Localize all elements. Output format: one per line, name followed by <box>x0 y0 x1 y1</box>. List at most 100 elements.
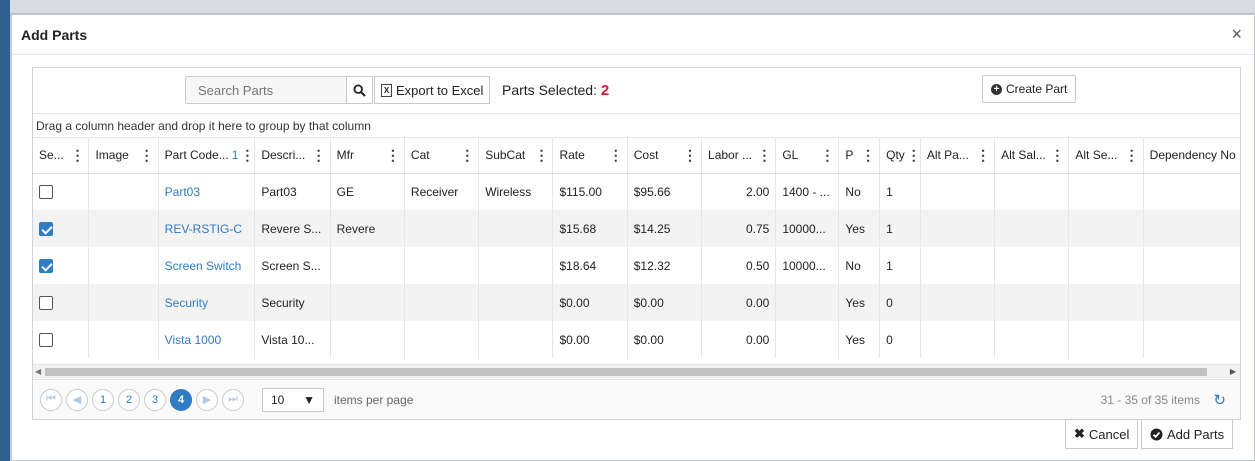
column-menu-icon[interactable]: ⋮ <box>138 147 154 164</box>
row-checkbox[interactable] <box>39 221 53 236</box>
column-menu-icon[interactable]: ⋮ <box>974 147 990 164</box>
horizontal-scrollbar[interactable]: ◀ ▶ <box>33 364 1240 378</box>
row-checkbox[interactable] <box>39 185 53 200</box>
table-row[interactable]: Screen Switch Screen S... $18.64 $12.32 0.50… <box>33 247 1240 284</box>
table-row[interactable]: REV-RSTIG-C Revere S... Revere $15.68 $14.25… <box>33 210 1240 247</box>
column-menu-icon[interactable]: ⋮ <box>238 147 253 164</box>
p-cell: Yes <box>838 210 881 247</box>
scrollbar-thumb[interactable] <box>45 368 1207 376</box>
column-header[interactable]: P ⋮ <box>838 138 881 174</box>
create-part-button[interactable]: + Create Part <box>982 75 1077 103</box>
column-header[interactable]: Rate ⋮ <box>552 138 628 174</box>
page-size-select[interactable]: 10 ▼ <box>262 387 324 412</box>
refresh-icon[interactable]: ↻ <box>1213 391 1226 409</box>
table-row[interactable]: Vista 1000 Vista 10... $0.00 $0.00 0.00 Yes 0 <box>33 321 1240 358</box>
row-checkbox[interactable] <box>39 332 53 347</box>
dialog-title-bar: Add Parts × <box>12 15 1254 55</box>
rate-cell: $18.64 <box>552 247 628 284</box>
column-header[interactable]: Se... ⋮ <box>33 138 90 174</box>
column-header-label: Mfr <box>336 148 354 163</box>
column-header[interactable]: SubCat ⋮ <box>478 138 554 174</box>
search-button[interactable] <box>347 76 373 104</box>
table-row[interactable]: Part03 Part03 GE Receiver Wireless $115.00 $95… <box>33 173 1240 210</box>
add-parts-dialog: Add Parts × X Export to Excel Parts Sele… <box>11 14 1255 461</box>
add-parts-button[interactable]: Add Parts <box>1141 419 1234 449</box>
column-header-label: P <box>845 148 854 163</box>
mfr-cell: GE <box>330 173 405 210</box>
row-checkbox[interactable] <box>39 295 53 310</box>
last-page-icon[interactable]: ⏭ <box>222 388 244 411</box>
column-header[interactable]: Alt Pa... ⋮ <box>920 138 996 174</box>
next-page-icon[interactable]: ▶ <box>196 388 218 411</box>
cancel-label: Cancel <box>1088 426 1130 442</box>
page-button-1[interactable]: 1 <box>92 388 114 411</box>
parts-grid: X Export to Excel Parts Selected: 2 + Cr… <box>32 67 1241 420</box>
column-header[interactable]: Descri... ⋮ <box>254 138 331 174</box>
column-menu-icon[interactable]: ⋮ <box>607 147 623 164</box>
column-menu-icon[interactable]: ⋮ <box>458 147 474 164</box>
column-header[interactable]: Labor ... ⋮ <box>701 138 777 174</box>
column-header[interactable]: Dependency No <box>1143 138 1240 174</box>
search-box <box>185 76 373 104</box>
table-row[interactable]: Security Security $0.00 $0.00 0.00 Yes 0 <box>33 284 1240 321</box>
prev-page-icon[interactable]: ◀ <box>66 388 88 411</box>
cost-cell: $12.32 <box>627 247 703 284</box>
column-header-label: Cost <box>633 148 659 163</box>
page-button-2[interactable]: 2 <box>118 388 140 411</box>
column-menu-icon[interactable]: ⋮ <box>384 147 400 164</box>
qty-cell: 0 <box>879 321 921 358</box>
column-menu-icon[interactable]: ⋮ <box>859 147 875 164</box>
gl-cell: 10000... <box>775 210 840 247</box>
export-to-excel-button[interactable]: X Export to Excel <box>374 76 491 104</box>
group-drop-zone[interactable]: Drag a column header and drop it here to… <box>33 114 1240 138</box>
column-header[interactable]: Cat ⋮ <box>404 138 480 174</box>
empty-cell <box>1143 247 1240 284</box>
part-code-cell[interactable]: REV-RSTIG-C <box>158 210 256 247</box>
part-code-cell[interactable]: Screen Switch <box>158 247 256 284</box>
column-header[interactable]: Image ⋮ <box>88 138 159 174</box>
qty-cell: 0 <box>879 284 921 321</box>
cat-cell <box>404 321 480 358</box>
labor-cell: 0.50 <box>701 247 777 284</box>
scroll-left-icon[interactable]: ◀ <box>35 367 41 376</box>
part-code-cell[interactable]: Part03 <box>158 173 256 210</box>
table-body: Part03 Part03 GE Receiver Wireless $115.00 $95… <box>33 173 1240 358</box>
column-menu-icon[interactable]: ⋮ <box>818 147 834 164</box>
column-menu-icon[interactable]: ⋮ <box>68 147 84 164</box>
description-cell: Vista 10... <box>254 321 331 358</box>
column-header[interactable]: Mfr ⋮ <box>330 138 405 174</box>
page-button-4[interactable]: 4 <box>170 388 192 411</box>
column-header[interactable]: Cost ⋮ <box>627 138 703 174</box>
column-menu-icon[interactable]: ⋮ <box>905 147 920 164</box>
description-cell: Security <box>254 284 331 321</box>
page-button-3[interactable]: 3 <box>144 388 166 411</box>
cancel-button[interactable]: ✖ Cancel <box>1065 419 1139 449</box>
column-menu-icon[interactable]: ⋮ <box>681 147 697 164</box>
column-menu-icon[interactable]: ⋮ <box>1048 147 1064 164</box>
close-icon[interactable]: × <box>1231 24 1242 45</box>
search-input[interactable] <box>185 76 347 104</box>
column-header[interactable]: GL ⋮ <box>775 138 840 174</box>
cost-cell: $0.00 <box>627 321 703 358</box>
column-header[interactable]: Part Code... 1 ⋮ <box>158 138 256 174</box>
part-code-cell[interactable]: Security <box>158 284 256 321</box>
first-page-icon[interactable]: ⏮ <box>40 388 62 411</box>
table-header-row: Se... ⋮ Image ⋮ Part Code... 1 ⋮ Descri... ⋮ Mfr ⋮… <box>33 138 1240 174</box>
column-menu-icon[interactable]: ⋮ <box>755 147 771 164</box>
empty-cell <box>1143 284 1240 321</box>
part-code-cell[interactable]: Vista 1000 <box>158 321 256 358</box>
column-menu-icon[interactable]: ⋮ <box>310 147 326 164</box>
column-header[interactable]: Qty ⋮ <box>879 138 921 174</box>
scroll-right-icon[interactable]: ▶ <box>1230 367 1236 376</box>
empty-cell <box>920 173 996 210</box>
column-header[interactable]: Alt Sal... ⋮ <box>994 138 1070 174</box>
column-menu-icon[interactable]: ⋮ <box>532 147 548 164</box>
image-cell <box>88 173 159 210</box>
column-menu-icon[interactable]: ⋮ <box>1123 147 1139 164</box>
row-checkbox[interactable] <box>39 258 53 273</box>
chevron-down-icon: ▼ <box>303 392 315 407</box>
p-cell: No <box>838 247 881 284</box>
check-circle-icon <box>1150 428 1163 440</box>
image-cell <box>88 210 159 247</box>
column-header[interactable]: Alt Se... ⋮ <box>1068 138 1144 174</box>
